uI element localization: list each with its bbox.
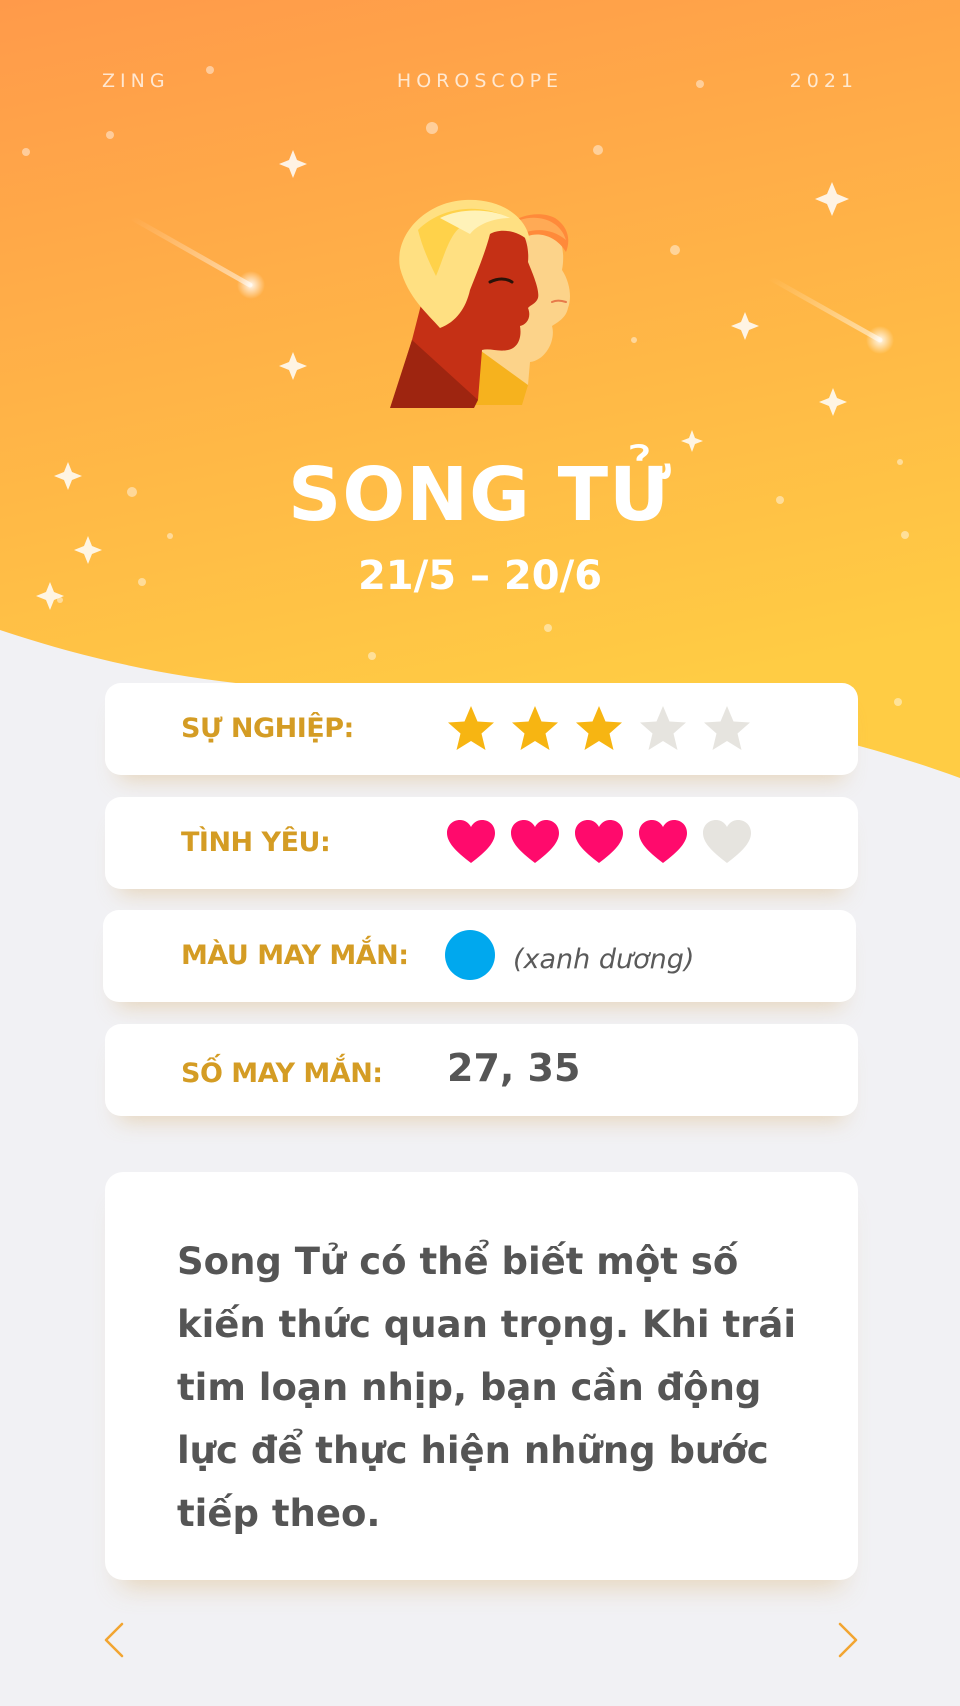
description-card: Song Tử có thể biết một số kiến thức qua…	[105, 1172, 858, 1580]
lucky-color-name: (xanh dương)	[513, 944, 695, 975]
hero-banner: ZING HOROSCOPE 2021 SONG TỬ 21/5 – 20/6	[0, 0, 960, 780]
star-icon-filled	[512, 706, 558, 750]
love-heart-rating	[445, 817, 765, 871]
lucky-color-card: MÀU MAY MẮN: (xanh dương)	[103, 910, 856, 1002]
sign-title: SONG TỬ	[288, 452, 672, 538]
sign-date-range: 21/5 – 20/6	[357, 553, 603, 599]
star-icon-filled	[576, 706, 622, 750]
love-label: TÌNH YÊU:	[181, 827, 331, 858]
career-label: SỰ NGHIỆP:	[181, 713, 354, 744]
star-icon-empty	[704, 706, 750, 750]
chevron-right-icon[interactable]	[834, 1620, 862, 1660]
year-label: 2021	[789, 70, 858, 92]
lucky-number-card: SỐ MAY MẮN: 27, 35	[105, 1024, 858, 1116]
top-bar: ZING HOROSCOPE 2021	[0, 70, 960, 100]
love-card: TÌNH YÊU:	[105, 797, 858, 889]
gemini-twins-icon	[390, 199, 570, 408]
heart-icon-filled	[511, 820, 559, 863]
horoscope-description: Song Tử có thể biết một số kiến thức qua…	[177, 1240, 797, 1535]
star-icon-empty	[640, 706, 686, 750]
career-star-rating	[445, 703, 765, 757]
chevron-left-icon[interactable]	[100, 1620, 128, 1660]
heart-icon-empty	[703, 820, 751, 863]
lucky-number-label: SỐ MAY MẮN:	[181, 1058, 383, 1089]
heart-icon-filled	[575, 820, 623, 863]
heart-icon-filled	[639, 820, 687, 863]
career-card: SỰ NGHIỆP:	[105, 683, 858, 775]
lucky-color-swatch	[445, 930, 495, 980]
heart-icon-filled	[447, 820, 495, 863]
star-icon-filled	[448, 706, 494, 750]
lucky-number-value: 27, 35	[447, 1046, 581, 1090]
lucky-color-label: MÀU MAY MẮN:	[181, 940, 409, 971]
